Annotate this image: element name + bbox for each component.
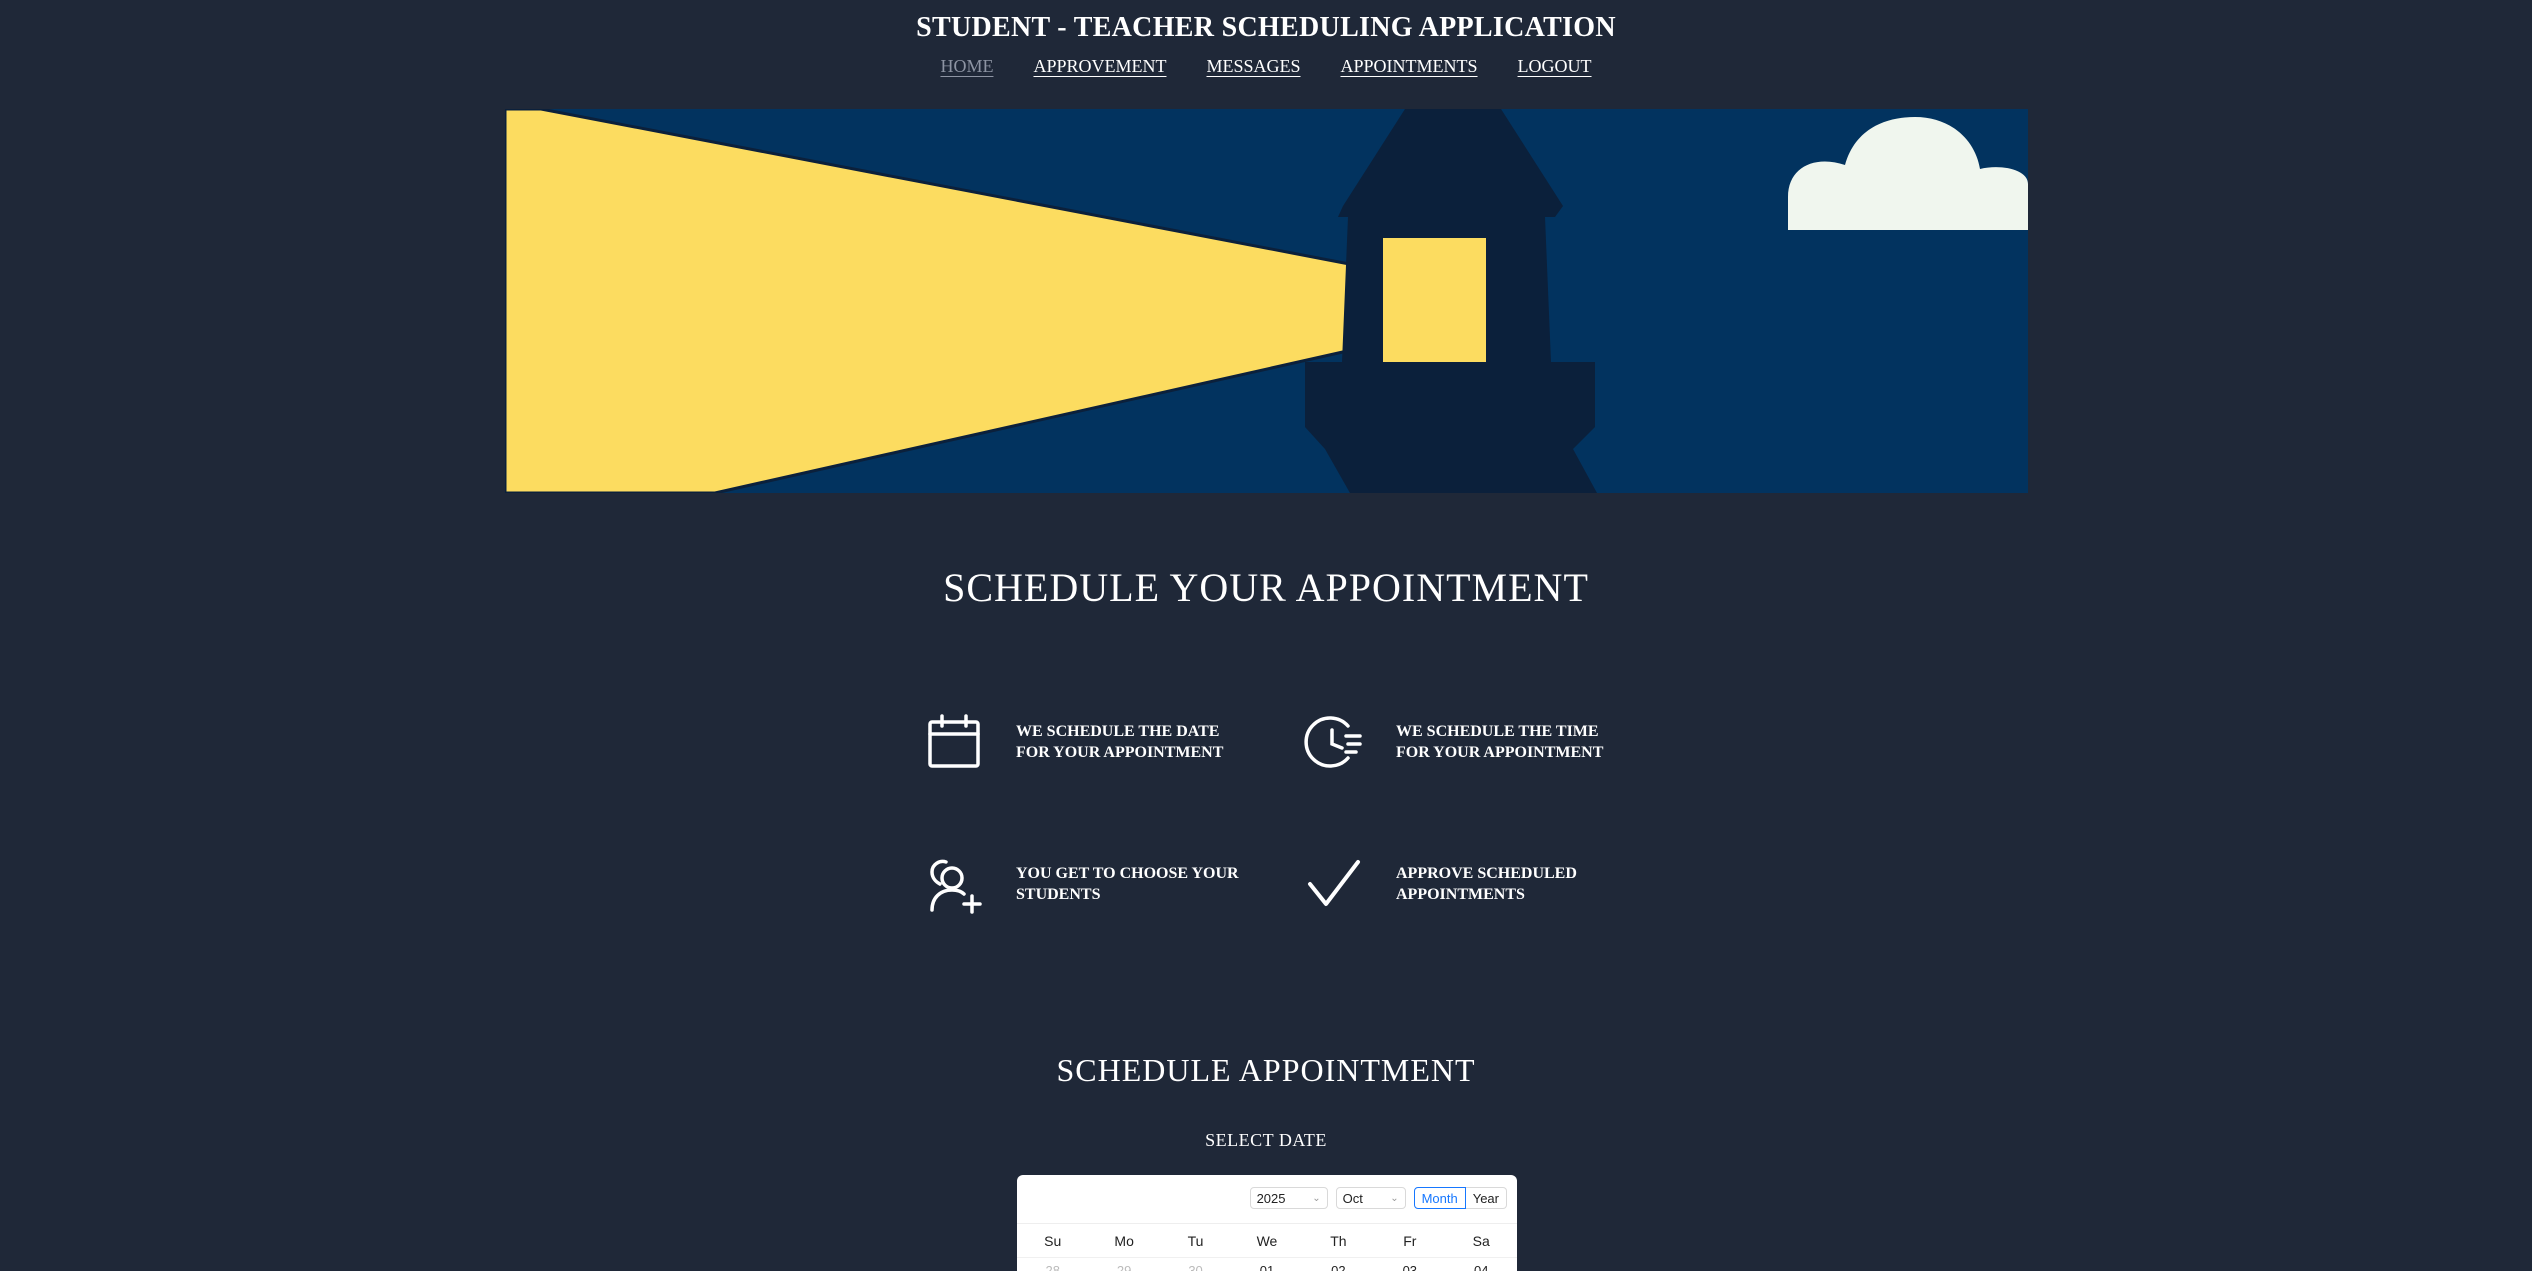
month-select-value: Oct [1342, 1190, 1363, 1206]
nav-logout-link[interactable]: LOGOUT [1518, 56, 1592, 77]
weekday-label: Mo [1114, 1233, 1134, 1249]
feature-approve-text: APPROVE SCHEDULED APPOINTMENTS [1396, 865, 1577, 903]
weekday-header: Su Mo Tu We Th Fr Sa [1017, 1233, 1517, 1249]
feature-time: WE SCHEDULE THE TIME FOR YOUR APPOINTMEN… [1302, 710, 1626, 774]
calendar-day-cell[interactable]: 03 [1374, 1263, 1445, 1271]
calendar-day-cell[interactable]: 29 [1088, 1263, 1159, 1271]
nav-approvement-link[interactable]: APPROVEMENT [1033, 56, 1166, 77]
weekday-rule [1017, 1257, 1517, 1258]
feature-students-text: YOU GET TO CHOOSE YOUR STUDENTS [1016, 865, 1239, 903]
user-add-icon [922, 852, 986, 916]
feature-approve: APPROVE SCHEDULED APPOINTMENTS [1302, 852, 1626, 916]
main-nav: HOME APPROVEMENT MESSAGES APPOINTMENTS L… [0, 56, 2532, 77]
nav-messages-link[interactable]: MESSAGES [1206, 56, 1300, 77]
month-select[interactable]: Oct ⌄ [1335, 1187, 1406, 1209]
weekday-label: Tu [1187, 1233, 1204, 1249]
hero-banner [505, 109, 2028, 493]
mode-toggle: Month Year [1413, 1187, 1507, 1209]
weekday-label: Sa [1472, 1233, 1490, 1249]
lighthouse-illustration [505, 109, 2028, 493]
feature-date: WE SCHEDULE THE DATE FOR YOUR APPOINTMEN… [922, 710, 1246, 774]
calendar-day-cell[interactable]: 30 [1160, 1263, 1231, 1271]
year-mode-button[interactable]: Year [1465, 1187, 1507, 1209]
calendar-week-row: 28 29 30 01 02 03 04 [1017, 1263, 1517, 1271]
calendar-icon [922, 710, 986, 774]
feature-time-text: WE SCHEDULE THE TIME FOR YOUR APPOINTMEN… [1396, 723, 1604, 761]
weekday-label: We [1256, 1233, 1278, 1249]
calendar-day-cell[interactable]: 04 [1446, 1263, 1517, 1271]
nav-home-link[interactable]: HOME [940, 56, 993, 77]
month-mode-button[interactable]: Month [1413, 1187, 1466, 1209]
feature-students: YOU GET TO CHOOSE YOUR STUDENTS [922, 852, 1246, 916]
calendar-day-cell[interactable]: 01 [1231, 1263, 1302, 1271]
app-title: STUDENT - TEACHER SCHEDULING APPLICATION [916, 12, 1616, 43]
schedule-heading: SCHEDULE APPOINTMENT [1056, 1052, 1476, 1088]
weekday-label: Th [1330, 1233, 1347, 1249]
chevron-down-icon: ⌄ [1312, 1192, 1321, 1204]
calendar-day-cell[interactable]: 02 [1303, 1263, 1374, 1271]
date-picker-calendar: 2025 ⌄ Oct ⌄ Month Year Su Mo Tu We Th F… [1017, 1175, 1517, 1271]
clock-icon [1302, 710, 1366, 774]
check-icon [1302, 852, 1366, 916]
calendar-day-cell[interactable]: 28 [1017, 1263, 1088, 1271]
select-date-label: SELECT DATE [1205, 1130, 1327, 1150]
features-grid: WE SCHEDULE THE DATE FOR YOUR APPOINTMEN… [922, 710, 1642, 930]
weekday-label: Su [1044, 1233, 1062, 1249]
calendar-header: 2025 ⌄ Oct ⌄ Month Year [1249, 1187, 1507, 1209]
year-select[interactable]: 2025 ⌄ [1249, 1187, 1328, 1209]
section-heading: SCHEDULE YOUR APPOINTMENT [943, 565, 1589, 610]
weekday-label: Fr [1403, 1233, 1417, 1249]
calendar-divider [1017, 1223, 1517, 1224]
chevron-down-icon: ⌄ [1390, 1192, 1399, 1204]
nav-appointments-link[interactable]: APPOINTMENTS [1341, 56, 1478, 77]
year-select-value: 2025 [1256, 1190, 1286, 1206]
feature-date-text: WE SCHEDULE THE DATE FOR YOUR APPOINTMEN… [1016, 723, 1224, 761]
